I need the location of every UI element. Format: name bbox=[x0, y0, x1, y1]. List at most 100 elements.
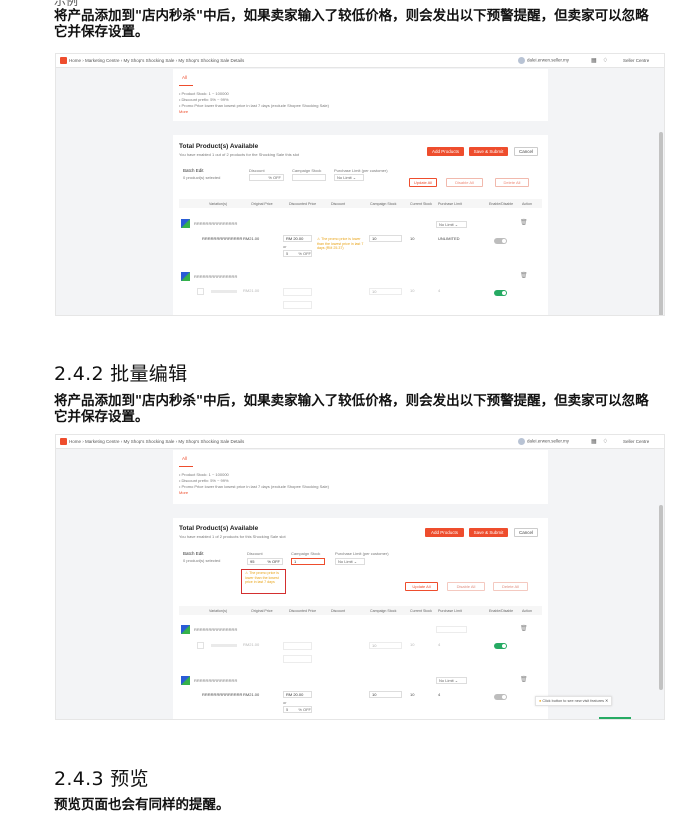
campaign-stock-row-input[interactable]: 10 bbox=[369, 691, 402, 698]
chevron-down-icon: ⌄ bbox=[454, 678, 459, 683]
purchase-limit-value: 4 bbox=[438, 692, 441, 697]
user-account[interactable]: dalei.erwen.seller.my bbox=[518, 438, 569, 445]
toolbar-icons[interactable]: ▦♢ bbox=[591, 438, 614, 445]
screenshot-batch-edit: Home › Marketing Centre › My Shop's Shoc… bbox=[55, 434, 665, 720]
bell-icon[interactable]: ♢ bbox=[603, 439, 614, 445]
batch-edit-label: Batch Edit bbox=[183, 551, 204, 556]
col-discount: Discount bbox=[331, 202, 345, 206]
breadcrumb[interactable]: Home › Marketing Centre › My Shop's Shoc… bbox=[69, 439, 244, 444]
add-products-button[interactable]: Add Products bbox=[425, 528, 464, 537]
enable-toggle[interactable] bbox=[494, 290, 507, 296]
cancel-button[interactable]: Cancel bbox=[514, 528, 538, 537]
col-action: Action bbox=[522, 202, 532, 206]
grid-icon[interactable]: ▦ bbox=[591, 439, 603, 445]
save-submit-button[interactable]: Save & Submit bbox=[469, 528, 508, 537]
products-card: Total Product(s) Available You have enab… bbox=[173, 518, 548, 719]
save-submit-button[interactable]: Save & Submit bbox=[469, 147, 508, 156]
campaign-stock-label: Campaign Stock bbox=[291, 551, 321, 556]
cancel-button[interactable]: Cancel bbox=[514, 147, 538, 156]
row-checkbox[interactable] bbox=[197, 642, 204, 649]
discount-value: 95 bbox=[250, 559, 255, 564]
campaign-stock-label: Campaign Stock bbox=[292, 168, 322, 173]
screenshot-single-edit: Home › Marketing Centre › My Shop's Shoc… bbox=[55, 53, 665, 316]
bell-icon[interactable]: ♢ bbox=[603, 58, 614, 64]
discounted-price-input[interactable] bbox=[283, 642, 312, 650]
tab-all[interactable]: All bbox=[182, 456, 187, 461]
col-discounted-price: Discounted Price bbox=[289, 202, 317, 206]
limit-value: No Limit bbox=[439, 222, 454, 227]
col-action: Action bbox=[522, 609, 532, 613]
discount-input[interactable]: 95 % OFF bbox=[247, 558, 283, 565]
warning-icon: ⚠ bbox=[317, 237, 321, 241]
avatar bbox=[518, 57, 525, 64]
enable-toggle[interactable] bbox=[494, 694, 507, 700]
seller-centre-link[interactable]: Seller Centre bbox=[623, 58, 649, 63]
product-limit-select[interactable]: No Limit ⌄ bbox=[436, 677, 467, 684]
scrollbar[interactable] bbox=[659, 505, 663, 690]
grid-icon[interactable]: ▦ bbox=[591, 58, 603, 64]
update-all-button[interactable]: Update All bbox=[409, 178, 437, 187]
product-name: RRRRRRRRRRRRRRR bbox=[194, 627, 238, 632]
delete-all-button[interactable]: Delete All bbox=[495, 178, 529, 187]
campaign-stock-input[interactable] bbox=[292, 174, 326, 181]
seller-centre-link[interactable]: Seller Centre bbox=[623, 439, 649, 444]
tab-all[interactable]: All bbox=[182, 75, 187, 80]
purchase-limit-select[interactable]: No Limit ⌄ bbox=[334, 174, 364, 181]
campaign-stock-row-input[interactable]: 10 bbox=[369, 288, 402, 295]
more-link[interactable]: More bbox=[179, 490, 188, 495]
chat-tab[interactable] bbox=[599, 717, 631, 719]
product-limit-select[interactable] bbox=[436, 626, 467, 633]
breadcrumb[interactable]: Home › Marketing Centre › My Shop's Shoc… bbox=[69, 58, 244, 63]
product-limit-select[interactable]: No Limit ⌄ bbox=[436, 221, 467, 228]
tab-underline bbox=[179, 85, 193, 86]
row-checkbox[interactable] bbox=[197, 288, 204, 295]
enable-toggle[interactable] bbox=[494, 238, 507, 244]
disable-all-button[interactable]: Disable All bbox=[447, 582, 485, 591]
campaign-stock-row-input[interactable]: 10 bbox=[369, 235, 402, 242]
col-enable-disable: Enable/Disable bbox=[489, 202, 514, 206]
delete-all-button[interactable]: Delete All bbox=[493, 582, 528, 591]
discounted-price-input[interactable] bbox=[283, 288, 312, 296]
user-account[interactable]: dalei.erwen.seller.my bbox=[518, 57, 569, 64]
paragraph-2: 将产品添加到"店内秒杀"中后，如果卖家输入了较低价格，则会发出以下预警提醒，但卖… bbox=[54, 393, 649, 425]
col-current-stock: Current Stock bbox=[410, 609, 432, 613]
feature-toast[interactable]: ● Click button to see new visit features… bbox=[535, 696, 613, 706]
discount-percent-input[interactable]: 5 % OFF bbox=[283, 250, 312, 257]
purchase-limit-select[interactable]: No Limit ⌄ bbox=[335, 558, 365, 565]
col-purchase-limit: Purchase Limit bbox=[438, 202, 462, 206]
product-name: RRRRRRRRRRRRRRR bbox=[194, 221, 238, 226]
note-1: • Product Stock: 1 ~ 100000 bbox=[179, 472, 229, 477]
campaign-stock-row-input[interactable]: 10 bbox=[369, 642, 402, 649]
discount-percent-input[interactable] bbox=[283, 655, 312, 663]
trash-icon[interactable]: 🗑 bbox=[520, 625, 528, 632]
discount-percent-input[interactable] bbox=[283, 301, 312, 309]
purchase-limit-label: Purchase Limit (per customer) bbox=[335, 551, 389, 556]
toolbar-icons[interactable]: ▦♢ bbox=[591, 57, 614, 64]
note-2: • Discount prefix: 5% ~ 99% bbox=[179, 478, 229, 483]
scrollbar[interactable] bbox=[659, 132, 663, 315]
update-all-button[interactable]: Update All bbox=[405, 582, 438, 591]
section-subtitle: You have enabled 1 of 2 products for thi… bbox=[179, 534, 286, 539]
close-icon[interactable]: ✕ bbox=[605, 699, 608, 703]
add-products-button[interactable]: Add Products bbox=[427, 147, 464, 156]
discount-label: Discount bbox=[247, 551, 263, 556]
discount-percent-input[interactable]: 5 % OFF bbox=[283, 706, 312, 713]
cut-off-heading: 示例 bbox=[54, 0, 78, 6]
discounted-price-input[interactable]: RM 20.00 bbox=[283, 235, 312, 242]
trash-icon[interactable]: 🗑 bbox=[520, 676, 528, 683]
original-price: RM21.00 bbox=[243, 642, 260, 647]
disable-all-button[interactable]: Disable All bbox=[446, 178, 483, 187]
avatar bbox=[518, 438, 525, 445]
purchase-limit-value: UNLIMITED bbox=[438, 236, 460, 241]
variation-name: RRRRRRRRRRRRRR bbox=[202, 236, 243, 241]
campaign-stock-input[interactable]: 1 bbox=[291, 558, 325, 565]
trash-icon[interactable]: 🗑 bbox=[520, 272, 528, 279]
col-enable-disable: Enable/Disable bbox=[489, 609, 514, 613]
table-header: Variation(s) Original Price Discounted P… bbox=[179, 199, 542, 208]
trash-icon[interactable]: 🗑 bbox=[520, 219, 528, 226]
discount-input[interactable]: % OFF bbox=[249, 174, 284, 181]
more-link[interactable]: More bbox=[179, 109, 188, 114]
percent-unit: % OFF bbox=[298, 251, 311, 256]
discounted-price-input[interactable]: RM 20.00 bbox=[283, 691, 312, 698]
enable-toggle[interactable] bbox=[494, 643, 507, 649]
